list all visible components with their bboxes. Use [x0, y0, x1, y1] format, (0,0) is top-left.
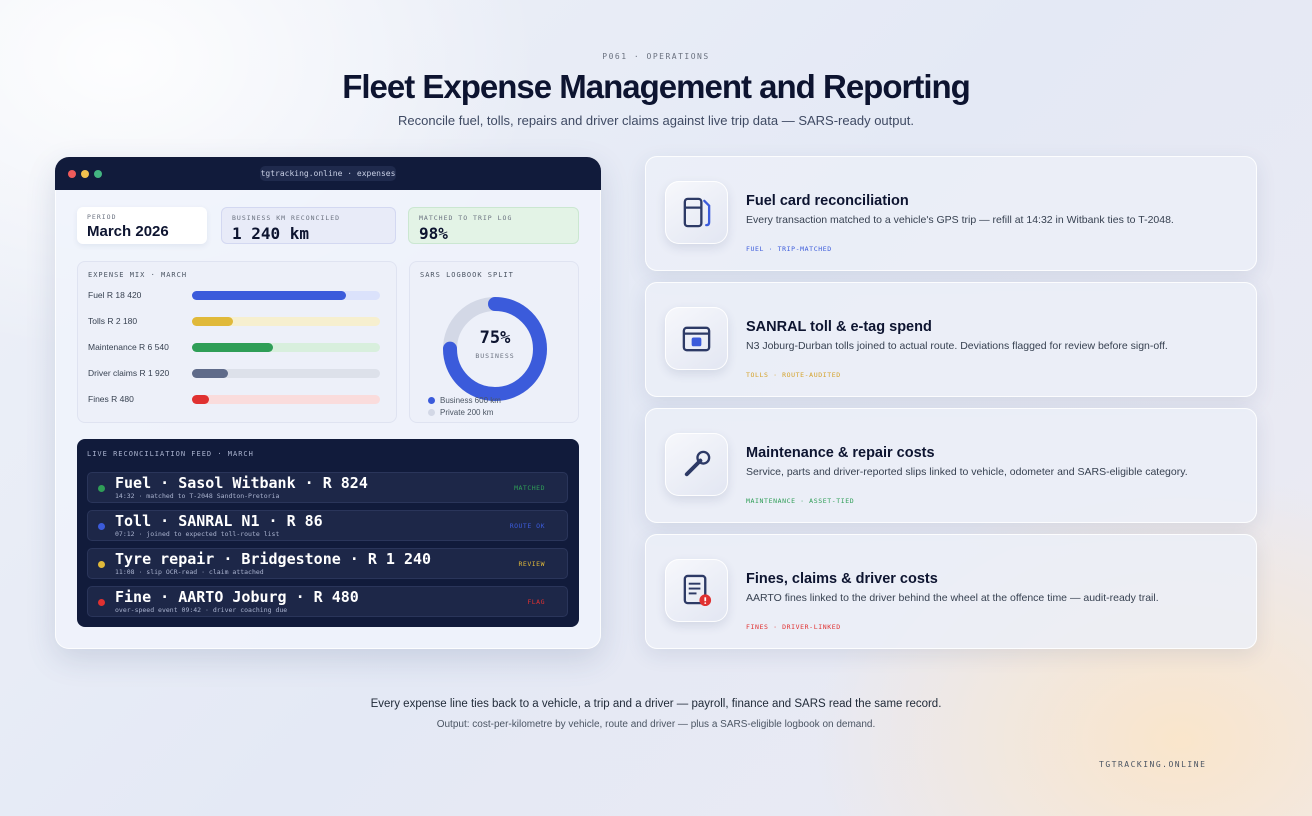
feature-card-tags: MAINTENANCE · ASSET-TIED [746, 497, 855, 505]
window-titlebar: tgtracking.online · expenses [55, 157, 601, 190]
eyebrow: P061 · OPERATIONS [602, 52, 710, 61]
feature-card-title: Fuel card reconciliation [746, 193, 909, 209]
expense-mix-heading: EXPENSE MIX · MARCH [88, 271, 188, 279]
period-label: PERIOD [87, 213, 117, 221]
business-km-value: 1 240 km [232, 224, 310, 243]
page-subtitle: Reconcile fuel, tolls, repairs and drive… [398, 113, 914, 128]
matched-value: 98% [419, 224, 448, 243]
brand-mark: TGTRACKING.ONLINE [1099, 760, 1207, 769]
status-dot [98, 485, 105, 492]
feed-heading: LIVE RECONCILIATION FEED · MARCH [87, 450, 254, 458]
feed-row-detail: over-speed event 09:42 · driver coaching… [115, 606, 288, 614]
expense-bar-track [192, 369, 380, 378]
status-badge: ROUTE OK [509, 522, 545, 530]
expense-bar-fill [192, 343, 273, 352]
expense-bar-row: Fines R 480 [88, 392, 380, 406]
expense-bar-fill [192, 369, 228, 378]
expense-bar-fill [192, 291, 347, 300]
feed-row-title: Tyre repair · Bridgestone · R 1 240 [115, 550, 432, 568]
expense-bar-row: Driver claims R 1 920 [88, 366, 380, 380]
expense-bar-track [192, 343, 380, 352]
feed-row-detail: 11:08 · slip OCR-read · claim attached [115, 568, 264, 576]
feed-row-detail: 07:12 · joined to expected toll-route li… [115, 530, 280, 538]
page-title: Fleet Expense Management and Reporting [342, 68, 971, 105]
feed-row[interactable]: Tyre repair · Bridgestone · R 1 240 11:08… [87, 548, 568, 579]
donut-caption: BUSINESS [475, 352, 515, 360]
status-dot [98, 599, 105, 606]
logbook-heading: SARS LOGBOOK SPLIT [420, 271, 514, 279]
period-value: March 2026 [87, 223, 169, 240]
feature-card-tags: FUEL · TRIP-MATCHED [746, 245, 832, 253]
expense-bar-label: Driver claims R 1 920 [88, 368, 170, 378]
footer-output-note: Output: cost-per-kilometre by vehicle, r… [436, 719, 876, 730]
wrench-icon [665, 433, 728, 496]
feature-card[interactable]: SANRAL toll & e-tag spend N3 Joburg-Durba… [645, 282, 1257, 397]
status-dot [98, 561, 105, 568]
feature-card[interactable]: Maintenance & repair costs Service, parts… [645, 408, 1257, 523]
feature-card-description: Service, parts and driver-reported slips… [746, 466, 1188, 478]
business-km-stat: BUSINESS KM RECONCILED 1 240 km [221, 207, 396, 244]
expense-bar-label: Tolls R 2 180 [88, 316, 138, 326]
feature-card-title: Maintenance & repair costs [746, 445, 935, 461]
status-badge: MATCHED [514, 484, 545, 492]
expense-bar-fill [192, 395, 209, 404]
status-badge: FLAG [527, 598, 545, 606]
close-window-button[interactable] [68, 170, 76, 178]
legend-private: Private 200 km [428, 408, 493, 417]
maximize-window-button[interactable] [94, 170, 102, 178]
period-stat: PERIOD March 2026 [77, 207, 207, 244]
feed-row-title: Fuel · Sasol Witbank · R 824 [115, 474, 368, 492]
matched-label: MATCHED TO TRIP LOG [419, 214, 513, 222]
legend-business: Business 600 km [428, 396, 501, 405]
expense-bar-row: Fuel R 18 420 [88, 288, 380, 302]
feed-row[interactable]: Toll · SANRAL N1 · R 86 07:12 · joined to… [87, 510, 568, 541]
document-alert-icon [665, 559, 728, 622]
feed-row-title: Toll · SANRAL N1 · R 86 [115, 512, 323, 530]
feature-card-description: N3 Joburg-Durban tolls joined to actual … [746, 340, 1168, 352]
feed-row-title: Fine · AARTO Joburg · R 480 [115, 588, 359, 606]
feature-card-tags: FINES · DRIVER-LINKED [746, 623, 841, 631]
business-km-label: BUSINESS KM RECONCILED [232, 214, 341, 222]
reconciliation-feed: LIVE RECONCILIATION FEED · MARCH Fuel · … [77, 439, 579, 627]
feed-row-detail: 14:32 · matched to T-2048 Sandton-Pretor… [115, 492, 280, 500]
expense-bar-label: Fines R 480 [88, 394, 134, 404]
feed-row[interactable]: Fine · AARTO Joburg · R 480 over-speed ev… [87, 586, 568, 617]
expense-mix-panel: EXPENSE MIX · MARCH Fuel R 18 420 Tolls R… [77, 261, 397, 423]
footer-summary: Every expense line ties back to a vehicl… [370, 698, 942, 710]
feed-row[interactable]: Fuel · Sasol Witbank · R 824 14:32 · matc… [87, 472, 568, 503]
matched-stat: MATCHED TO TRIP LOG 98% [408, 207, 579, 244]
feature-card-title: Fines, claims & driver costs [746, 571, 938, 587]
expense-bar-track [192, 317, 380, 326]
feature-card-description: AARTO fines linked to the driver behind … [746, 592, 1159, 604]
donut-percent: 75% [479, 328, 511, 348]
status-badge: REVIEW [518, 560, 545, 568]
feature-card-title: SANRAL toll & e-tag spend [746, 319, 932, 335]
toll-tag-icon [665, 307, 728, 370]
feature-card[interactable]: Fuel card reconciliation Every transactio… [645, 156, 1257, 271]
url-bar[interactable]: tgtracking.online · expenses [260, 166, 396, 181]
app-window: tgtracking.online · expenses PERIOD Marc… [55, 157, 601, 649]
expense-bar-row: Maintenance R 6 540 [88, 340, 380, 354]
feature-card[interactable]: Fines, claims & driver costs AARTO fines … [645, 534, 1257, 649]
expense-bar-label: Maintenance R 6 540 [88, 342, 169, 352]
expense-bar-label: Fuel R 18 420 [88, 290, 142, 300]
minimize-window-button[interactable] [81, 170, 89, 178]
expense-bar-track [192, 291, 380, 300]
expense-bar-track [192, 395, 380, 404]
status-dot [98, 523, 105, 530]
expense-bar-row: Tolls R 2 180 [88, 314, 380, 328]
fuel-pump-icon [665, 181, 728, 244]
logbook-split-panel: SARS LOGBOOK SPLIT 75% BUSINESS Business… [409, 261, 579, 423]
expense-bar-fill [192, 317, 234, 326]
feature-card-description: Every transaction matched to a vehicle's… [746, 214, 1174, 226]
feature-card-tags: TOLLS · ROUTE-AUDITED [746, 371, 841, 379]
